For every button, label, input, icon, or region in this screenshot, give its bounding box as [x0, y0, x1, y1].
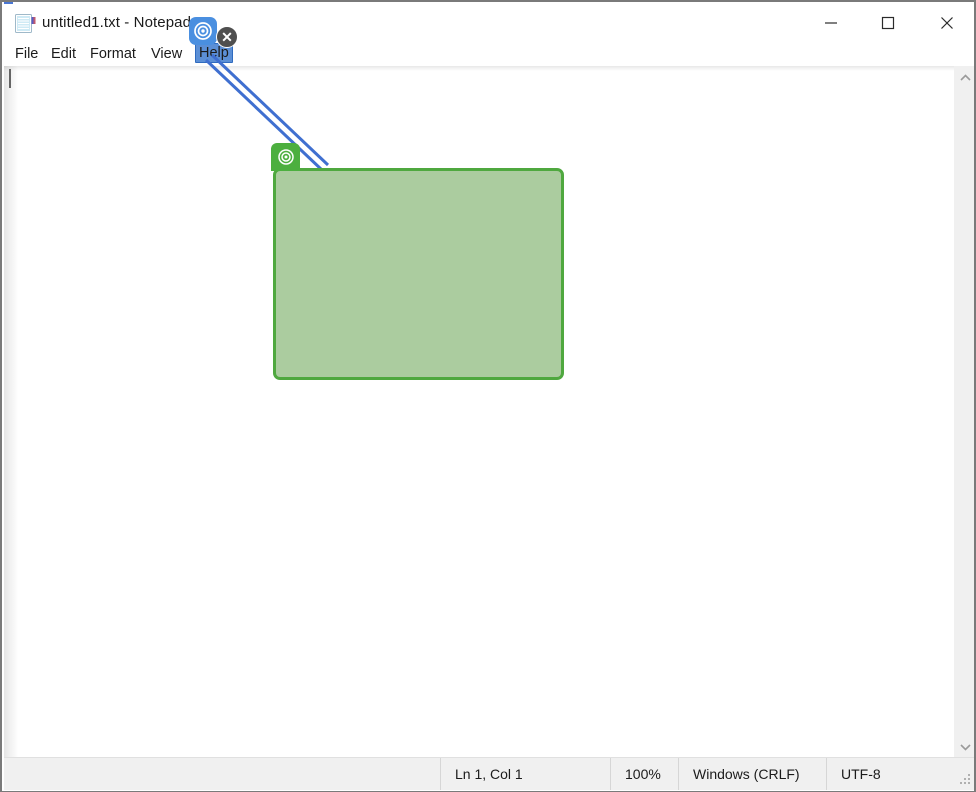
menu-bar: File Edit Format View Help: [4, 40, 974, 66]
menu-item-view[interactable]: View: [150, 44, 183, 64]
minimize-icon: [824, 22, 837, 24]
client-edge-shadow-left: [4, 66, 18, 759]
title-bar: untitled1.txt - Notepad: [4, 4, 974, 40]
vertical-scrollbar[interactable]: [954, 66, 974, 759]
annotation-close-button[interactable]: ✕: [216, 26, 238, 48]
text-editor-area[interactable]: [4, 66, 974, 759]
status-line-column: Ln 1, Col 1: [440, 758, 610, 790]
chevron-down-icon: [959, 744, 971, 751]
scroll-up-button[interactable]: [954, 68, 974, 88]
menu-item-format[interactable]: Format: [89, 44, 137, 64]
minimize-button[interactable]: [807, 6, 854, 40]
status-encoding[interactable]: UTF-8: [826, 758, 956, 790]
maximize-button[interactable]: [864, 6, 911, 40]
status-line-ending[interactable]: Windows (CRLF): [678, 758, 826, 790]
close-icon: [940, 17, 953, 29]
menu-item-file[interactable]: File: [14, 44, 39, 64]
menu-item-edit[interactable]: Edit: [50, 44, 77, 64]
chevron-up-icon: [959, 74, 971, 81]
window-title: untitled1.txt - Notepad: [42, 14, 192, 31]
status-bar: Ln 1, Col 1 100% Windows (CRLF) UTF-8: [4, 757, 974, 790]
close-button[interactable]: [923, 6, 970, 40]
text-caret: [9, 69, 11, 88]
resize-grip[interactable]: [960, 774, 972, 786]
notepad-icon: [15, 14, 36, 33]
client-edge-shadow-top: [4, 66, 974, 71]
scroll-down-button[interactable]: [954, 737, 974, 757]
notepad-window: untitled1.txt - Notepad File Edit Format…: [0, 0, 976, 792]
status-zoom-level[interactable]: 100%: [610, 758, 678, 790]
maximize-icon: [881, 16, 894, 30]
